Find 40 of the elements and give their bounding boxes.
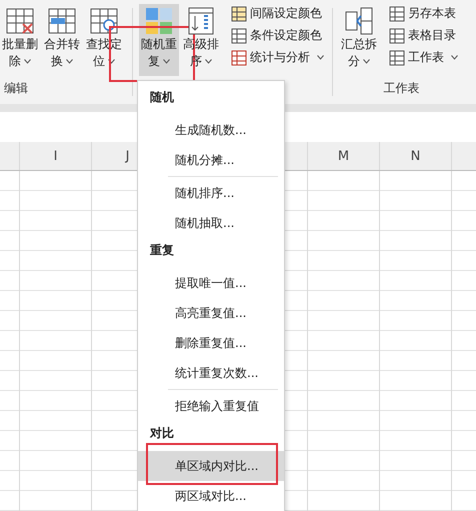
ribbon-button[interactable]: 间隔设定颜色 bbox=[229, 4, 326, 23]
menu-item[interactable]: 生成随机数... bbox=[138, 115, 284, 145]
menu-item[interactable]: 随机抽取... bbox=[138, 208, 284, 238]
menu-item[interactable]: 提取唯一值... bbox=[138, 268, 284, 298]
ribbon-button[interactable]: 统计与分析 bbox=[229, 48, 326, 67]
column-header[interactable]: I bbox=[20, 142, 92, 170]
column-header[interactable]: N bbox=[380, 142, 452, 170]
menu-section-header: 对比 bbox=[148, 425, 175, 442]
ribbon-button[interactable]: 条件设定颜色 bbox=[229, 26, 326, 45]
grid-icon bbox=[389, 50, 405, 66]
group-label: 编辑 bbox=[3, 80, 29, 97]
ribbon-button[interactable]: 随机重 复 bbox=[139, 4, 179, 76]
color-grid-icon bbox=[144, 6, 174, 36]
menu-section-header: 随机 bbox=[149, 89, 175, 106]
grid-icon bbox=[231, 50, 247, 66]
menu-item[interactable]: 删除重复值... bbox=[138, 328, 284, 358]
menu-item[interactable]: 统计重复次数... bbox=[138, 358, 284, 388]
ribbon-button[interactable]: 查找定 位 bbox=[84, 4, 124, 76]
menu-item[interactable]: 随机排序... bbox=[138, 178, 284, 208]
menu-item[interactable]: 拒绝输入重复值 bbox=[138, 391, 284, 421]
split-icon bbox=[344, 6, 374, 36]
table-icon bbox=[47, 6, 77, 36]
ribbon-button[interactable]: 批量删 除 bbox=[0, 4, 40, 76]
grid-icon bbox=[389, 28, 405, 44]
grid-icon bbox=[231, 28, 247, 44]
ribbon-button[interactable]: 另存本表 bbox=[387, 4, 460, 23]
ribbon-button[interactable]: 合并转 换 bbox=[42, 4, 82, 76]
table-icon bbox=[89, 6, 119, 36]
menu-item[interactable]: 高亮重复值... bbox=[138, 298, 284, 328]
group-label: 工作表 bbox=[382, 80, 420, 97]
sort-icon bbox=[186, 6, 216, 36]
ribbon-button[interactable]: 汇总拆 分 bbox=[339, 4, 379, 76]
menu-item[interactable]: 两区域对比... bbox=[138, 481, 284, 511]
table-icon bbox=[5, 6, 35, 36]
grid-icon bbox=[231, 6, 247, 22]
menu-section-header: 重复 bbox=[149, 242, 175, 259]
column-header[interactable]: M bbox=[308, 142, 380, 170]
menu-item[interactable]: 单区域内对比... bbox=[138, 451, 284, 481]
ribbon-button[interactable]: 工作表 bbox=[387, 48, 460, 67]
ribbon-button[interactable]: 表格目录 bbox=[387, 26, 460, 45]
